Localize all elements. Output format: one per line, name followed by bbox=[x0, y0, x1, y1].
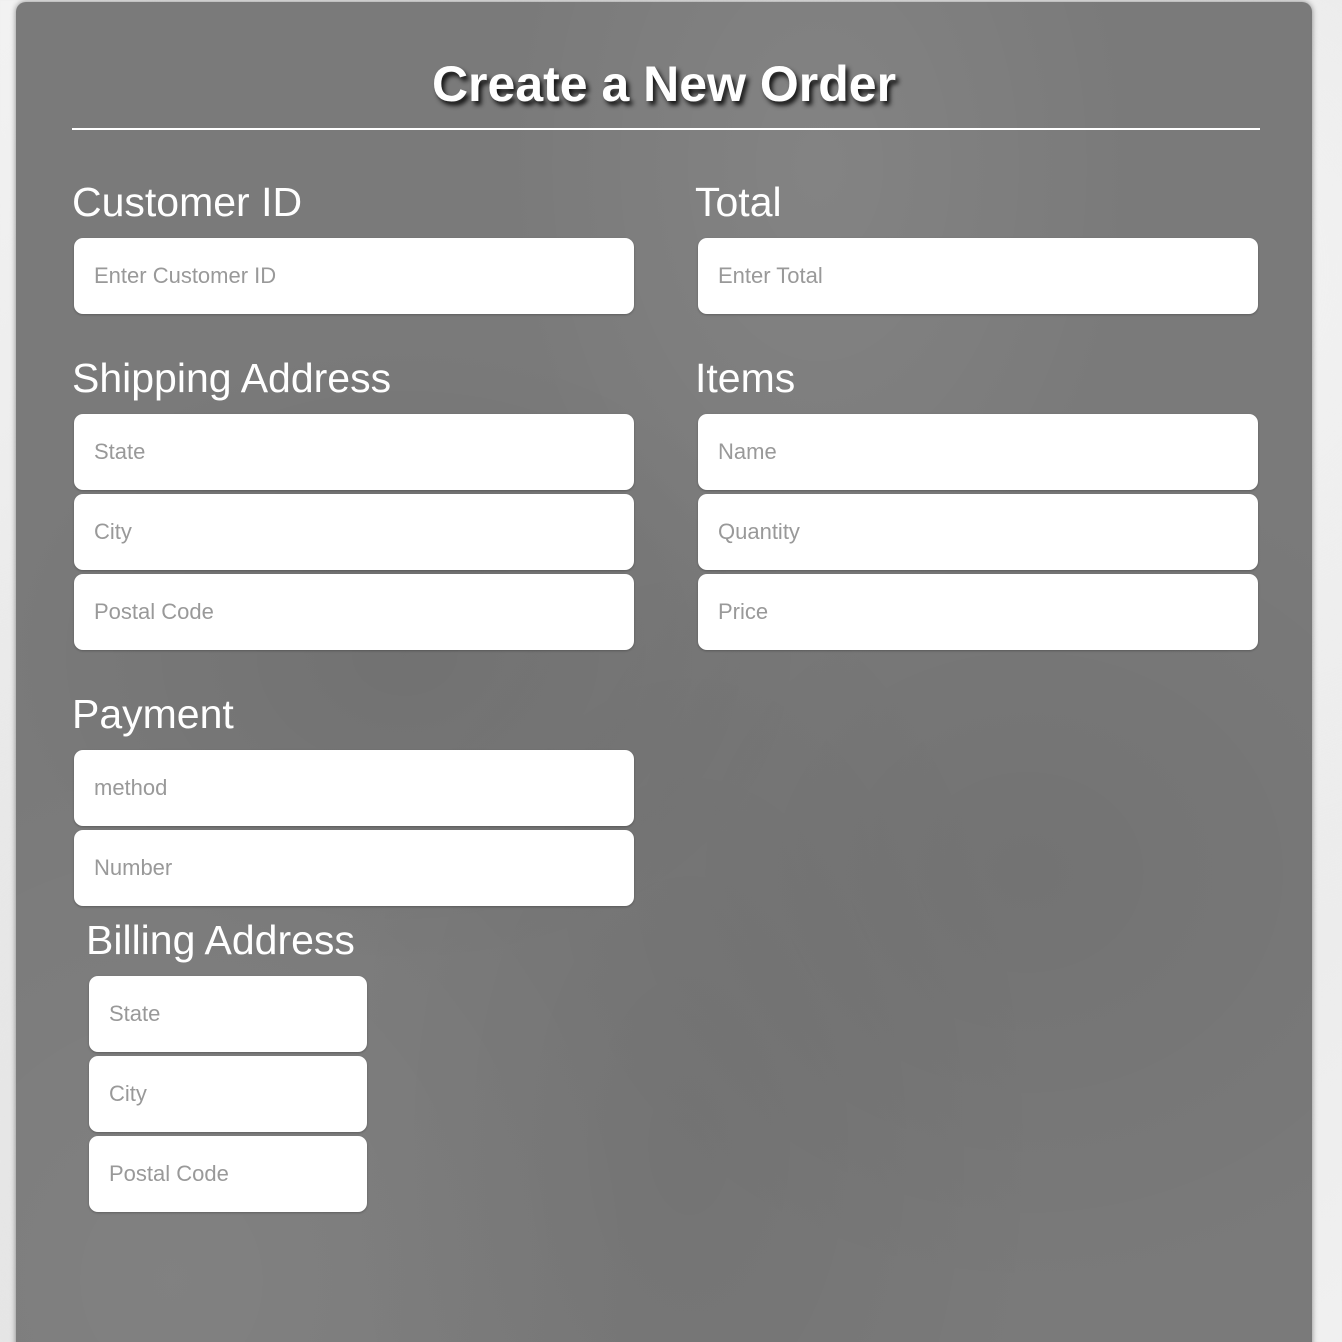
order-form-panel: Create a New Order Customer ID Total Shi… bbox=[16, 2, 1312, 1342]
payment-number-input[interactable] bbox=[74, 830, 634, 906]
billing-state-input[interactable] bbox=[89, 976, 367, 1052]
shipping-state-input[interactable] bbox=[74, 414, 634, 490]
billing-city-input[interactable] bbox=[89, 1056, 367, 1132]
items-label: Items bbox=[695, 355, 796, 401]
item-quantity-input[interactable] bbox=[698, 494, 1258, 570]
title-divider bbox=[72, 128, 1260, 130]
shipping-city-input[interactable] bbox=[74, 494, 634, 570]
billing-postal-code-input[interactable] bbox=[89, 1136, 367, 1212]
total-input[interactable] bbox=[698, 238, 1258, 314]
page-title: Create a New Order bbox=[431, 56, 897, 112]
shipping-postal-code-input[interactable] bbox=[74, 574, 634, 650]
customer-id-input[interactable] bbox=[74, 238, 634, 314]
item-name-input[interactable] bbox=[698, 414, 1258, 490]
payment-method-input[interactable] bbox=[74, 750, 634, 826]
shipping-address-label: Shipping Address bbox=[72, 355, 392, 401]
item-price-input[interactable] bbox=[698, 574, 1258, 650]
payment-label: Payment bbox=[72, 691, 234, 737]
billing-address-label: Billing Address bbox=[86, 917, 355, 963]
customer-id-label: Customer ID bbox=[72, 179, 303, 225]
total-label: Total bbox=[695, 179, 782, 225]
